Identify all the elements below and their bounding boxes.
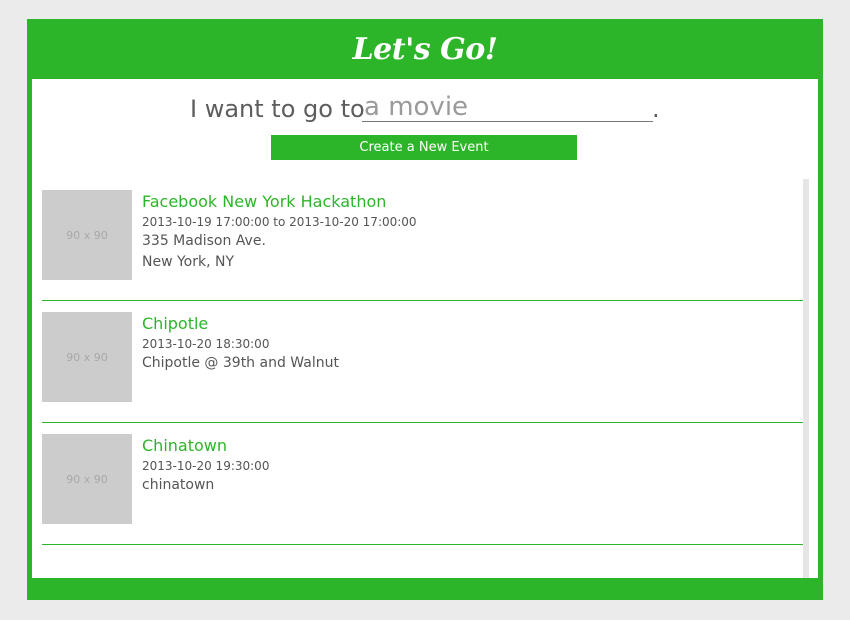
event-time: 2013-10-19 17:00:00 to 2013-10-20 17:00:… (142, 215, 417, 229)
event-prompt: I want to go to . (32, 91, 818, 131)
event-time: 2013-10-20 19:30:00 (142, 459, 270, 473)
event-item[interactable]: 90 x 90 Facebook New York Hackathon 2013… (42, 190, 803, 301)
event-thumbnail: 90 x 90 (42, 312, 132, 402)
event-thumbnail: 90 x 90 (42, 190, 132, 280)
event-thumbnail: 90 x 90 (42, 434, 132, 524)
event-time: 2013-10-20 18:30:00 (142, 337, 270, 351)
prompt-label: I want to go to (190, 95, 365, 123)
event-location: chinatown (142, 477, 215, 493)
list-scrollbar[interactable] (803, 179, 809, 578)
event-item[interactable]: 90 x 90 Chinatown 2013-10-20 19:30:00 ch… (42, 434, 803, 545)
event-list: 90 x 90 Facebook New York Hackathon 2013… (42, 190, 803, 545)
event-item[interactable]: 90 x 90 Chipotle 2013-10-20 18:30:00 Chi… (42, 312, 803, 423)
event-name-link[interactable]: Chipotle (142, 314, 208, 333)
event-location: 335 Madison Ave. (142, 233, 266, 249)
event-name-link[interactable]: Chinatown (142, 436, 227, 455)
app-title: Let's Go! (352, 31, 498, 67)
main-content: I want to go to . Create a New Event 90 … (32, 79, 818, 578)
event-location-city: New York, NY (142, 254, 235, 270)
app-frame: Let's Go! I want to go to . Create a New… (27, 19, 823, 600)
destination-input[interactable] (362, 93, 653, 122)
event-location: Chipotle @ 39th and Walnut (142, 355, 339, 371)
event-name-link[interactable]: Facebook New York Hackathon (142, 192, 386, 211)
create-event-button[interactable]: Create a New Event (271, 135, 577, 160)
prompt-period: . (652, 95, 660, 123)
header: Let's Go! (27, 19, 823, 79)
